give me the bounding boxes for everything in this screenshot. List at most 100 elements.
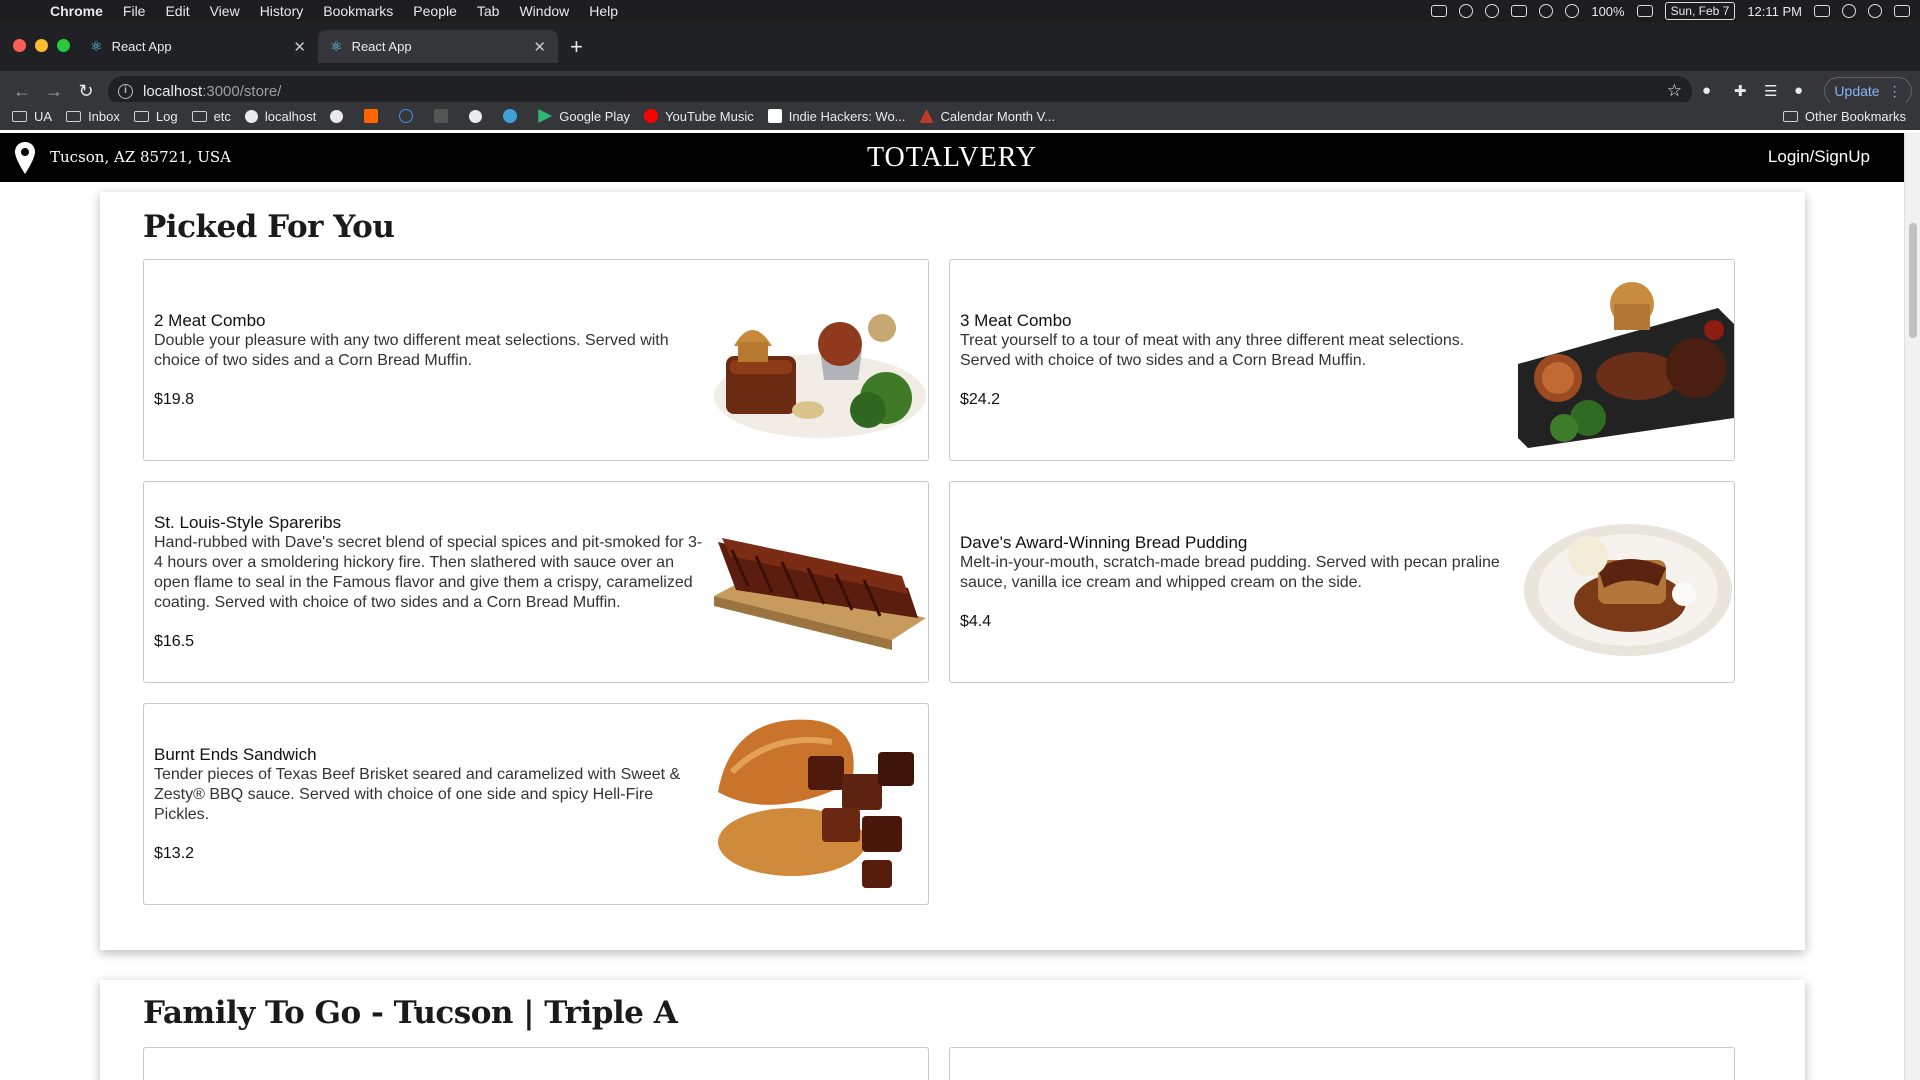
menu-item-description: Tender pieces of Texas Beef Brisket sear…	[154, 766, 681, 823]
bookmark-etc[interactable]: etc	[191, 109, 231, 124]
bookmarks-bar: UA Inbox Log etc localhost Google Play Y…	[0, 102, 1920, 130]
menu-bookmarks[interactable]: Bookmarks	[313, 0, 403, 22]
menu-window[interactable]: Window	[509, 0, 579, 22]
reading-list-icon[interactable]: ☰	[1764, 82, 1777, 100]
bookmark-icon	[434, 109, 449, 123]
more-vert-icon: ⋮	[1887, 82, 1902, 99]
bookmark-wave[interactable]	[503, 109, 524, 123]
bookmark-inbox[interactable]: Inbox	[66, 109, 120, 124]
menu-item-card[interactable]	[949, 1047, 1735, 1080]
time-display[interactable]: 12:11 PM	[1747, 4, 1802, 19]
siri-icon[interactable]	[1868, 4, 1882, 18]
control-center-icon[interactable]	[1894, 5, 1910, 17]
update-button[interactable]: Update ⋮	[1824, 77, 1912, 105]
menu-item-price: $4.4	[960, 613, 992, 630]
scrollbar-thumb[interactable]	[1909, 223, 1917, 338]
menu-item-description: Treat yourself to a tour of meat with an…	[960, 332, 1465, 369]
minimize-window-button[interactable]	[35, 39, 48, 52]
extensions-puzzle-icon[interactable]: ✚	[1734, 82, 1747, 100]
close-icon[interactable]: ✕	[533, 38, 546, 56]
back-arrow-icon[interactable]: ←	[6, 81, 38, 102]
bread-pudding-photo	[1524, 524, 1732, 656]
menu-item-description: Melt-in-your-mouth, scratch-made bread p…	[960, 554, 1500, 591]
close-window-button[interactable]	[13, 39, 26, 52]
forward-arrow-icon[interactable]: →	[38, 81, 70, 102]
date-display[interactable]: Sun, Feb 7	[1664, 2, 1736, 20]
bookmark-indie-hackers[interactable]: Indie Hackers: Wo...	[767, 109, 906, 124]
bookmark-globe-2[interactable]	[469, 109, 489, 123]
bookmark-ycombinator[interactable]	[364, 109, 385, 123]
bookmark-log[interactable]: Log	[133, 109, 178, 124]
menu-item-card[interactable]: 2 Meat Combo Double your pleasure with a…	[143, 259, 929, 461]
menu-item-description: Hand-rubbed with Dave's secret blend of …	[154, 534, 703, 611]
tab-react-app-1[interactable]: ⚛ React App ✕	[78, 30, 318, 63]
new-tab-button[interactable]: +	[570, 34, 583, 60]
bookmark-youtube-music[interactable]: YouTube Music	[644, 109, 754, 124]
site-header: Tucson, AZ 85721, USA TOTALVERY Login/Si…	[0, 133, 1904, 182]
status-area: 100% Sun, Feb 7 12:11 PM	[1431, 0, 1910, 22]
bookmark-ua[interactable]: UA	[12, 109, 52, 124]
close-icon[interactable]: ✕	[293, 38, 306, 56]
menu-item-card[interactable]: Dave's Award-Winning Bread Pudding Melt-…	[949, 481, 1735, 683]
ycombinator-icon	[364, 109, 379, 123]
login-signup-link[interactable]: Login/SignUp	[1768, 147, 1870, 167]
brand-logo[interactable]: TOTALVERY	[0, 142, 1904, 174]
menu-item-name: Burnt Ends Sandwich	[154, 745, 317, 764]
search-icon[interactable]	[1842, 4, 1856, 18]
battery-icon[interactable]	[1636, 5, 1653, 17]
bookmark-localhost[interactable]: localhost	[244, 108, 317, 124]
cloud-icon[interactable]	[1459, 4, 1474, 18]
bookmark-dark[interactable]	[434, 109, 455, 123]
menu-item-text: 2 Meat Combo Double your pleasure with a…	[154, 260, 709, 460]
tab-strip: ⚛ React App ✕ ⚛ React App ✕ +	[0, 22, 1920, 71]
screen-icon[interactable]	[1431, 5, 1448, 17]
menu-people[interactable]: People	[403, 0, 467, 22]
menu-section-picked-for-you: Picked For You 2 Meat Combo Double your …	[100, 192, 1805, 950]
volume-icon[interactable]	[1565, 4, 1580, 18]
globe-icon	[330, 109, 344, 123]
menu-item-card[interactable]: Burnt Ends Sandwich Tender pieces of Tex…	[143, 703, 929, 905]
profile-avatar-icon[interactable]: ●	[1794, 82, 1803, 99]
info-icon[interactable]: i	[118, 83, 133, 99]
bookmark-label: Inbox	[88, 108, 120, 124]
section-title: Family To Go - Tucson | Triple A	[143, 995, 678, 1031]
menu-edit[interactable]: Edit	[155, 0, 199, 22]
cookie-extension-icon[interactable]: ●	[1702, 82, 1711, 99]
menu-item-name: St. Louis-Style Spareribs	[154, 513, 342, 532]
bookmark-circle[interactable]	[399, 109, 420, 123]
menu-item-price: $13.2	[154, 845, 195, 862]
bookmark-calendar[interactable]: Calendar Month V...	[919, 108, 1055, 124]
menu-item-text: 3 Meat Combo Treat yourself to a tour of…	[960, 260, 1515, 460]
menu-view[interactable]: View	[200, 0, 250, 22]
menu-item-card[interactable]: St. Louis-Style Spareribs Hand-rubbed wi…	[143, 481, 929, 683]
glasses-icon[interactable]	[1485, 4, 1500, 18]
menu-help[interactable]: Help	[579, 0, 628, 22]
bookmark-star-icon[interactable]: ☆	[1667, 81, 1682, 101]
bookmark-google-play[interactable]: Google Play	[538, 109, 630, 124]
wave-icon	[503, 109, 518, 123]
url-host: localhost	[143, 82, 203, 100]
menu-item-price: $24.2	[960, 391, 1001, 408]
tab-title: React App	[111, 39, 172, 54]
bookmark-label: localhost	[264, 108, 317, 124]
font-a-icon[interactable]	[1511, 5, 1528, 17]
menu-item-price: $16.5	[154, 633, 195, 650]
display-icon[interactable]	[1814, 5, 1830, 17]
tab-react-app-2[interactable]: ⚛ React App ✕	[318, 30, 558, 63]
bookmark-label: Calendar Month V...	[940, 108, 1055, 124]
zoom-window-button[interactable]	[57, 39, 70, 52]
bookmark-globe[interactable]	[330, 109, 350, 123]
menu-file[interactable]: File	[113, 0, 156, 22]
wifi-icon[interactable]	[1539, 4, 1554, 18]
page-scrollbar[interactable]	[1904, 133, 1920, 1080]
menu-app-name[interactable]: Chrome	[40, 0, 113, 22]
menu-tab[interactable]: Tab	[467, 0, 510, 22]
menu-item-card[interactable]: 3 Meat Combo Treat yourself to a tour of…	[949, 259, 1735, 461]
reload-icon[interactable]: ↻	[70, 81, 102, 102]
menu-item-card[interactable]	[143, 1047, 929, 1080]
react-icon: ⚛	[90, 38, 103, 54]
menu-history[interactable]: History	[250, 0, 314, 22]
menu-section-family-to-go: Family To Go - Tucson | Triple A	[100, 980, 1805, 1080]
other-bookmarks[interactable]: Other Bookmarks	[1782, 109, 1906, 124]
play-icon	[538, 109, 553, 123]
